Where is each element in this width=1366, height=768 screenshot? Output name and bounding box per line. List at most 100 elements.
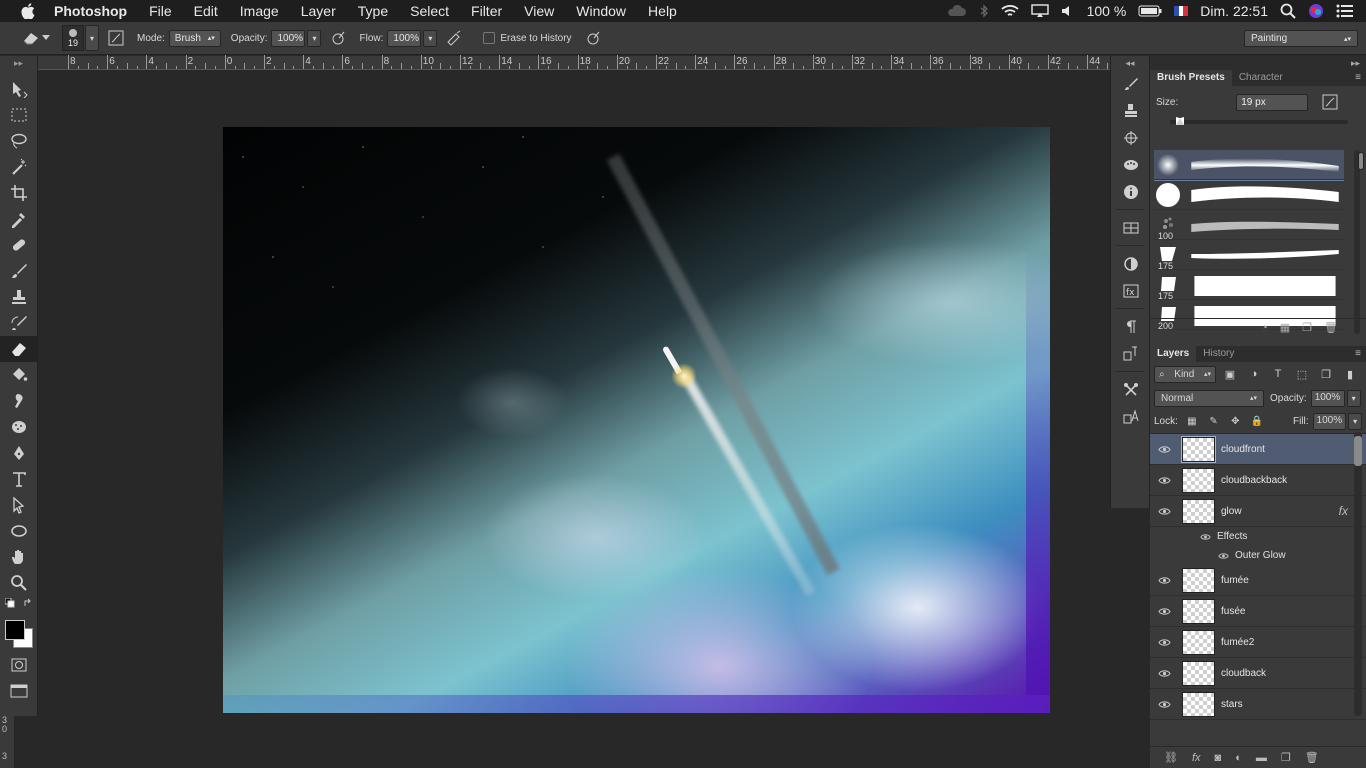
brush-preset-dropdown[interactable]: ▾: [85, 25, 99, 51]
layer-name[interactable]: fumée: [1221, 575, 1249, 586]
fill-field[interactable]: 100%: [1312, 413, 1347, 430]
clone-stamp-tool[interactable]: [0, 284, 38, 310]
layers-panel-menu-icon[interactable]: ≡: [1355, 348, 1361, 359]
erase-to-history-checkbox[interactable]: [483, 32, 496, 44]
sponge-tool[interactable]: [0, 414, 38, 440]
layer-name[interactable]: fusée: [1221, 606, 1245, 617]
layer-row[interactable]: fumée: [1150, 565, 1366, 596]
menu-window[interactable]: Window: [565, 0, 637, 22]
artwork-canvas[interactable]: [223, 127, 1050, 713]
flow-field[interactable]: 100%: [387, 29, 422, 47]
tablet-pressure-opacity-icon[interactable]: [327, 27, 349, 49]
adjustment-filter-icon[interactable]: ◑: [1244, 366, 1264, 383]
menu-edit[interactable]: Edit: [183, 0, 229, 22]
brush-preset-spatter[interactable]: 100: [1154, 210, 1344, 241]
info-icon[interactable]: [1111, 178, 1151, 205]
lasso-tool[interactable]: [0, 128, 38, 154]
brush-list-scrollbar[interactable]: [1354, 150, 1364, 334]
new-brush-icon[interactable]: ❐: [1302, 321, 1312, 334]
clone-source-icon[interactable]: [1111, 97, 1151, 124]
tool-preset-dropdown-icon[interactable]: [42, 35, 50, 41]
layer-name[interactable]: stars: [1221, 699, 1243, 710]
brush-tool[interactable]: [0, 258, 38, 284]
blend-mode-select[interactable]: Normal ▴▾: [1154, 389, 1264, 407]
paragraph-styles-icon[interactable]: [1111, 340, 1151, 367]
eyedropper-tool[interactable]: [0, 206, 38, 232]
fill-dropdown[interactable]: ▾: [1348, 413, 1362, 430]
volume-icon[interactable]: [1061, 4, 1075, 18]
wifi-icon[interactable]: [1000, 4, 1019, 18]
visibility-eye-icon[interactable]: [1150, 476, 1178, 485]
link-layers-icon[interactable]: ⛓: [1164, 751, 1178, 764]
layer-name[interactable]: cloudfront: [1221, 444, 1265, 455]
paint-bucket-tool[interactable]: [0, 362, 38, 388]
clock[interactable]: Dim. 22:51: [1200, 3, 1268, 19]
battery-icon[interactable]: [1138, 5, 1162, 17]
paragraph-icon[interactable]: [1111, 313, 1151, 340]
shape-filter-icon[interactable]: ⬚: [1292, 366, 1312, 383]
blur-tool[interactable]: [0, 388, 38, 414]
navigator-icon[interactable]: [1111, 124, 1151, 151]
layer-row[interactable]: cloudfront: [1150, 434, 1366, 465]
history-brush-tool[interactable]: [0, 310, 38, 336]
airplay-icon[interactable]: [1030, 4, 1049, 18]
brush-panel-toggle-icon[interactable]: [105, 27, 127, 49]
workspace-switcher[interactable]: Painting ▴▾: [1244, 30, 1358, 47]
brush-preview[interactable]: 19: [62, 25, 84, 51]
document-canvas-area[interactable]: [38, 70, 1110, 768]
smart-object-filter-icon[interactable]: ❐: [1316, 366, 1336, 383]
lock-transparent-pixels-icon[interactable]: ▦: [1184, 415, 1200, 429]
creative-cloud-icon[interactable]: [947, 4, 967, 18]
layer-opacity-dropdown[interactable]: ▾: [1346, 389, 1361, 407]
visibility-eye-icon[interactable]: [1150, 576, 1178, 585]
toggle-brush-visibility-icon[interactable]: ◔: [1261, 322, 1268, 334]
menu-view[interactable]: View: [513, 0, 565, 22]
menu-file[interactable]: File: [138, 0, 183, 22]
zoom-tool[interactable]: [0, 570, 38, 596]
quick-mask-toggle[interactable]: [0, 652, 38, 678]
new-adjustment-layer-icon[interactable]: ◐: [1235, 752, 1242, 764]
menu-help[interactable]: Help: [637, 0, 688, 22]
lock-image-pixels-icon[interactable]: ✎: [1206, 415, 1222, 429]
opacity-field[interactable]: 100%: [271, 29, 306, 47]
layer-row[interactable]: cloudbackback: [1150, 465, 1366, 496]
move-tool[interactable]: [0, 76, 38, 102]
apple-menu-icon[interactable]: [18, 0, 38, 22]
mode-select[interactable]: Brush ▴▾: [168, 29, 221, 47]
visibility-eye-icon[interactable]: [1150, 638, 1178, 647]
eraser-tool-preset-icon[interactable]: [20, 27, 42, 49]
add-layer-style-icon[interactable]: fx: [1192, 752, 1201, 764]
tab-history[interactable]: History: [1196, 346, 1241, 362]
pen-tool[interactable]: [0, 440, 38, 466]
layer-row[interactable]: glow fx: [1150, 496, 1366, 527]
character-styles-icon[interactable]: [1111, 403, 1151, 430]
slider-thumb[interactable]: [1176, 117, 1184, 125]
airbrush-icon[interactable]: [443, 27, 465, 49]
pixel-filter-icon[interactable]: ▣: [1220, 366, 1240, 383]
layers-scrollbar[interactable]: [1354, 432, 1362, 716]
brush-size-slider[interactable]: [1170, 117, 1348, 125]
menu-layer[interactable]: Layer: [290, 0, 347, 22]
brush-preset-soft-round[interactable]: [1154, 150, 1344, 181]
strip-collapse-handle[interactable]: ◂◂: [1111, 56, 1149, 70]
type-filter-icon[interactable]: T: [1268, 366, 1288, 383]
swatches-palette-icon[interactable]: [1111, 151, 1151, 178]
notification-center-icon[interactable]: [1336, 4, 1354, 18]
panel-dock-collapse[interactable]: ▸▸: [1150, 56, 1366, 70]
lock-all-icon[interactable]: 🔒: [1249, 415, 1265, 429]
screen-mode-toggle[interactable]: [0, 678, 38, 704]
path-selection-tool[interactable]: [0, 492, 38, 518]
visibility-eye-icon[interactable]: [1150, 445, 1178, 454]
flow-dropdown[interactable]: ▾: [423, 29, 438, 47]
tool-presets-icon[interactable]: [1111, 376, 1151, 403]
swap-colors-icon[interactable]: [23, 598, 33, 608]
layers-scrollbar-thumb[interactable]: [1354, 436, 1362, 466]
default-colors-icon[interactable]: [5, 598, 15, 608]
outer-glow-eye-icon[interactable]: [1218, 552, 1229, 560]
magic-wand-tool[interactable]: [0, 154, 38, 180]
delete-brush-icon[interactable]: 🗑: [1324, 321, 1338, 334]
brush-panel-icon[interactable]: [1111, 70, 1151, 97]
hand-tool[interactable]: [0, 544, 38, 570]
tab-character[interactable]: Character: [1232, 70, 1290, 86]
spotlight-search-icon[interactable]: [1280, 3, 1296, 19]
